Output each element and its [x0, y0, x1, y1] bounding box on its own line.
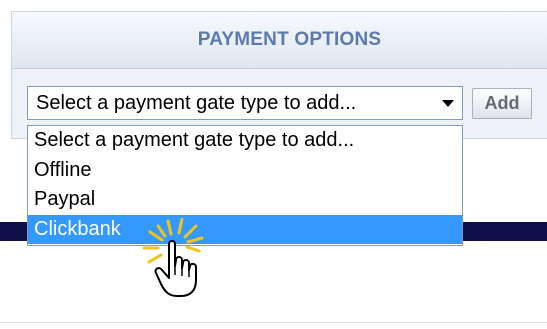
dropdown-option-clickbank[interactable]: Clickbank	[28, 214, 462, 244]
panel-title: PAYMENT OPTIONS	[197, 29, 382, 50]
bottom-divider	[0, 322, 547, 323]
dropdown-list: Select a payment gate type to add... Off…	[27, 125, 463, 246]
chevron-down-icon[interactable]	[434, 87, 462, 119]
dropdown-option-offline[interactable]: Offline	[28, 156, 462, 186]
dropdown-option-placeholder[interactable]: Select a payment gate type to add...	[28, 126, 462, 156]
select-current-value: Select a payment gate type to add...	[36, 91, 357, 114]
add-button[interactable]: Add	[472, 88, 532, 119]
dropdown-option-paypal[interactable]: Paypal	[28, 185, 462, 215]
payment-gateway-select[interactable]: Select a payment gate type to add...	[27, 86, 463, 120]
panel-header: PAYMENT OPTIONS	[12, 12, 547, 69]
